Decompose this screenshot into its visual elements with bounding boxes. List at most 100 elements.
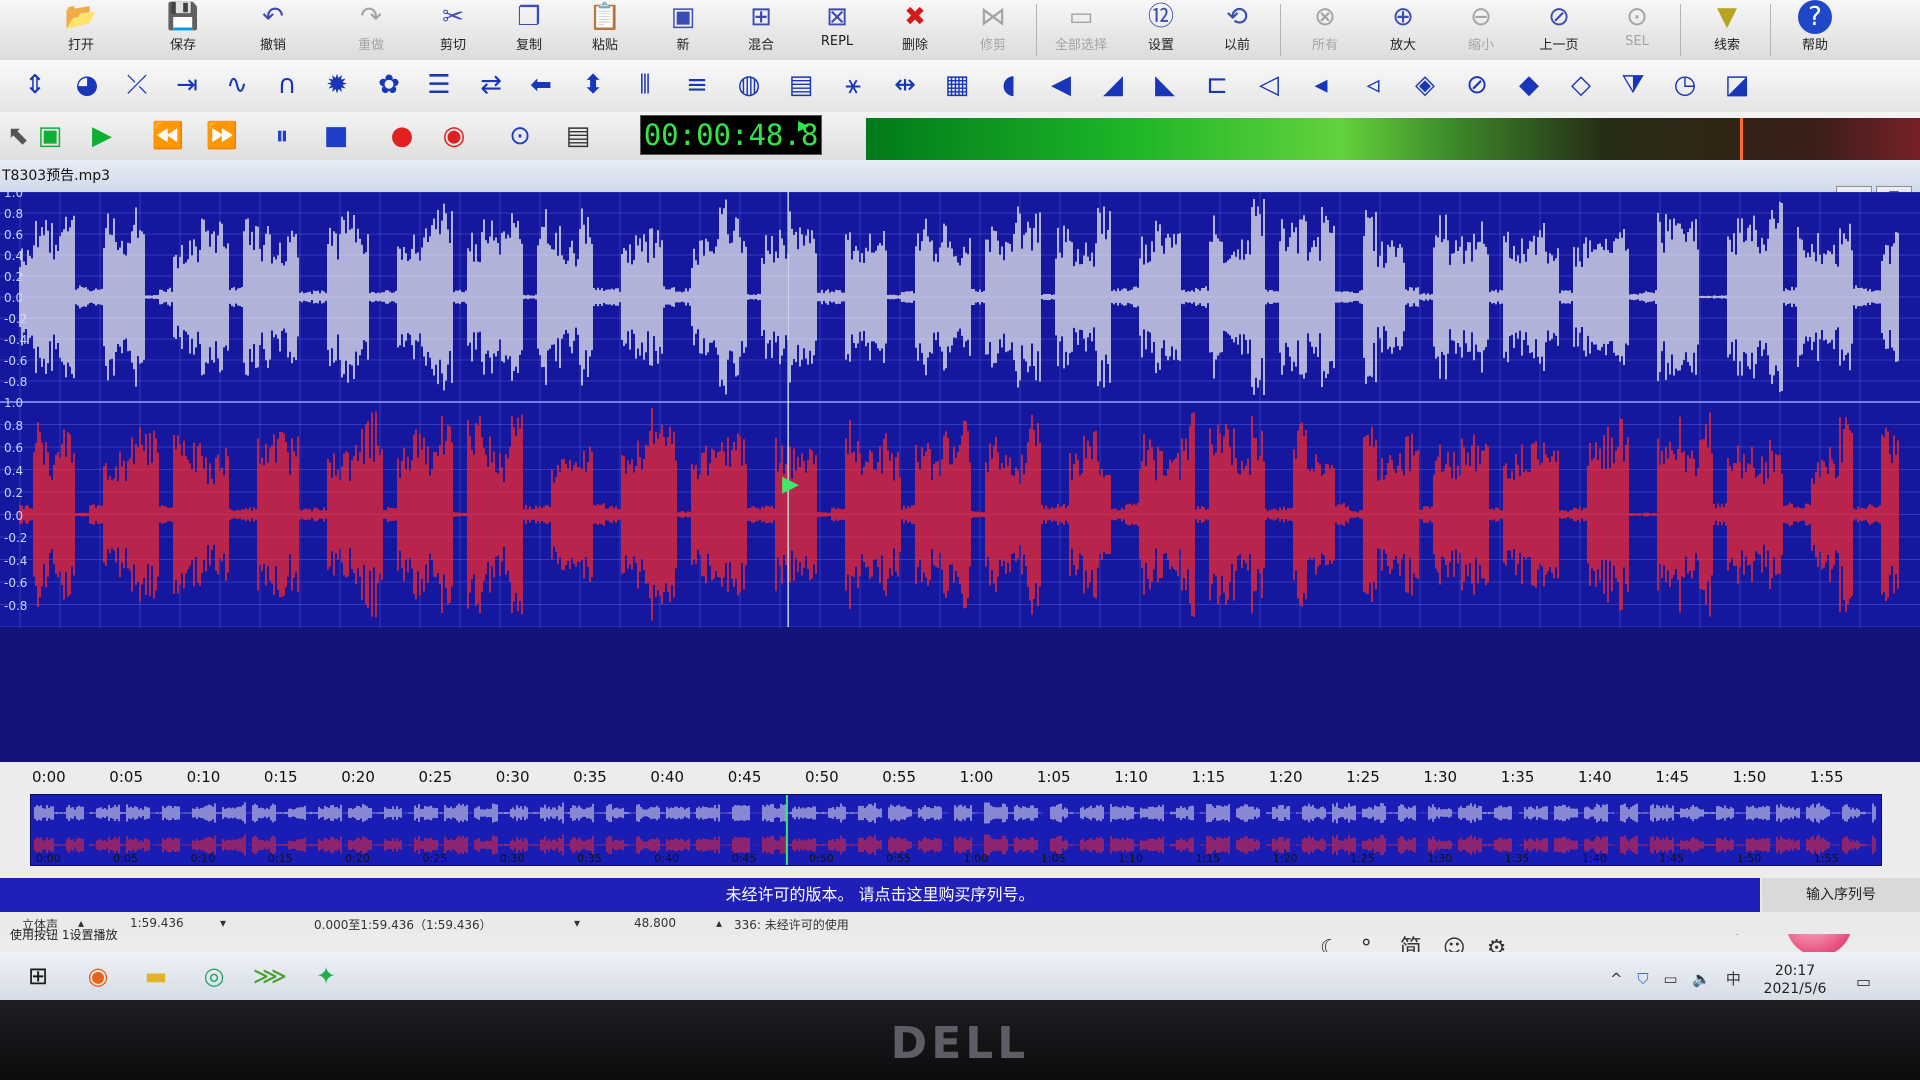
fade-out-icon[interactable]: ◣ bbox=[1148, 68, 1182, 102]
volume-alert-icon[interactable]: ◂ bbox=[1304, 68, 1338, 102]
align-icon[interactable]: ⧩ bbox=[1616, 68, 1650, 102]
folder-open-icon: 📂 bbox=[64, 2, 98, 32]
play-button[interactable]: ▶ bbox=[84, 120, 120, 152]
spectrum-icon[interactable]: ▤ bbox=[784, 68, 818, 102]
channel-swap-icon[interactable]: ⤫ bbox=[120, 68, 154, 102]
select-all-button[interactable]: ▭ 全部选择 bbox=[1046, 0, 1116, 60]
zoom-out-button[interactable]: ⊖ 缩小 bbox=[1448, 0, 1514, 60]
network-icon[interactable]: ▭ bbox=[1663, 970, 1677, 988]
mix-button[interactable]: ⊞ 混合 bbox=[728, 0, 794, 60]
chevron-down-icon[interactable]: ▾ bbox=[220, 916, 226, 930]
reverse-icon[interactable]: ⇄ bbox=[474, 68, 508, 102]
chevron-up-icon[interactable]: ▴ bbox=[716, 916, 722, 930]
previous-button[interactable]: ⟲ 以前 bbox=[1204, 0, 1270, 60]
speaker-icon[interactable]: ◖ bbox=[992, 68, 1026, 102]
replace-icon: ⊠ bbox=[826, 2, 848, 32]
settings-button[interactable]: ⑫ 设置 bbox=[1128, 0, 1194, 60]
arrow-effect-icon[interactable]: ⇥ bbox=[170, 68, 204, 102]
volume-icon[interactable]: 🔈 bbox=[1692, 970, 1711, 988]
y-tick-label: -0.2 bbox=[4, 312, 28, 326]
diamond-icon[interactable]: ◆ bbox=[1512, 68, 1546, 102]
windows-start-icon[interactable]: ⊞ bbox=[20, 958, 56, 994]
clock-icon[interactable]: ◷ bbox=[1668, 68, 1702, 102]
cursor-position: 48.800 bbox=[634, 916, 676, 930]
waveform-canvas[interactable] bbox=[0, 192, 1920, 762]
shield-icon[interactable]: ⛉ bbox=[1637, 970, 1648, 988]
mute-icon[interactable]: ◃ bbox=[1356, 68, 1390, 102]
replace-button[interactable]: ⊠ REPL bbox=[804, 0, 870, 60]
delete-x-icon: ✖ bbox=[904, 2, 926, 32]
fast-forward-button[interactable]: ⏩ bbox=[204, 120, 240, 152]
globe-effect-icon[interactable]: ◕ bbox=[70, 68, 104, 102]
expand-icon[interactable]: ⬍ bbox=[576, 68, 610, 102]
normalize-icon[interactable]: ⇕ bbox=[18, 68, 52, 102]
volume-up-icon[interactable]: ◀ bbox=[1044, 68, 1078, 102]
zoom-selection-button[interactable]: ⊙ SEL bbox=[1604, 0, 1670, 60]
wave-effect-icon[interactable]: ∿ bbox=[220, 68, 254, 102]
volume-eq-icon[interactable]: ◁ bbox=[1252, 68, 1286, 102]
silence-icon[interactable]: ⊏ bbox=[1200, 68, 1234, 102]
notification-icon[interactable]: ▭ bbox=[1856, 972, 1871, 991]
save-button[interactable]: 💾 保存 bbox=[150, 0, 216, 60]
delete-button[interactable]: ✖ 删除 bbox=[882, 0, 948, 60]
chevron-up-icon[interactable]: ^ bbox=[1610, 970, 1623, 988]
comment-icon[interactable]: ◪ bbox=[1720, 68, 1754, 102]
zoom-all-button[interactable]: ⊗ 所有 bbox=[1292, 0, 1358, 60]
taskbar-clock[interactable]: 20:17 2021/5/6 bbox=[1750, 962, 1840, 998]
firefox-icon[interactable]: ◉ bbox=[80, 958, 116, 994]
open-button[interactable]: 📂 打开 bbox=[48, 0, 114, 60]
previous-page-icon: ⊘ bbox=[1548, 2, 1570, 32]
input-language[interactable]: 中 bbox=[1726, 970, 1741, 988]
marker-icon[interactable]: ◈ bbox=[1408, 68, 1442, 102]
timeline-ruler[interactable]: 0:00 0:05 0:10 0:15 0:20 0:25 0:30 0:35 0:40 0:45… bbox=[0, 762, 1920, 796]
y-tick-label: -0.6 bbox=[4, 576, 28, 590]
zoom-in-button[interactable]: ⊕ 放大 bbox=[1370, 0, 1436, 60]
stop-sign-icon[interactable]: ⊘ bbox=[1460, 68, 1494, 102]
gear-effect-icon[interactable]: ✹ bbox=[320, 68, 354, 102]
timeline-label: 1:25 bbox=[1346, 768, 1380, 786]
left-arrow-icon[interactable]: ⬅ bbox=[524, 68, 558, 102]
cue-button[interactable]: ▼ 线索 bbox=[1694, 0, 1760, 60]
cut-button[interactable]: ✂ 剪切 bbox=[420, 0, 486, 60]
stop-button[interactable]: ■ bbox=[318, 120, 354, 152]
stretch-icon[interactable]: ⇹ bbox=[888, 68, 922, 102]
equalizer-icon[interactable]: ⫴ bbox=[628, 68, 662, 102]
rewind-button[interactable]: ⏪ bbox=[150, 120, 186, 152]
record-button[interactable]: ● bbox=[384, 120, 420, 152]
browser-icon[interactable]: ◎ bbox=[196, 958, 232, 994]
timeline-label: 1:30 bbox=[1423, 768, 1458, 786]
new-button[interactable]: ▣ 新 bbox=[650, 0, 716, 60]
color-effect-icon[interactable]: ✿ bbox=[372, 68, 406, 102]
pause-button[interactable]: ⏸ bbox=[264, 120, 300, 152]
split-icon[interactable]: ⚹ bbox=[836, 68, 870, 102]
record-options-button[interactable]: ⊙ bbox=[502, 120, 538, 152]
scissors-icon: ✂ bbox=[442, 2, 464, 32]
cue-icon: ▼ bbox=[1717, 2, 1737, 32]
app-icon[interactable]: ✦ bbox=[308, 958, 344, 994]
audio-editor-icon[interactable]: ⋙ bbox=[252, 958, 288, 994]
filter-icon[interactable]: ◍ bbox=[732, 68, 766, 102]
chevron-down-icon[interactable]: ▾ bbox=[574, 916, 580, 930]
envelope-icon[interactable]: ☰ bbox=[422, 68, 456, 102]
previous-page-button[interactable]: ⊘ 上一页 bbox=[1526, 0, 1592, 60]
file-explorer-icon[interactable]: ▬ bbox=[138, 958, 174, 994]
help-button[interactable]: ? 帮助 bbox=[1782, 0, 1848, 60]
window-button[interactable]: ▤ bbox=[560, 120, 596, 152]
redo-button[interactable]: ↷ 重做 bbox=[338, 0, 404, 60]
cursor-icon[interactable]: ⬉ bbox=[0, 120, 36, 152]
loop-icon[interactable]: ∩ bbox=[270, 68, 304, 102]
fade-in-icon[interactable]: ◢ bbox=[1096, 68, 1130, 102]
bars-effect-icon[interactable]: ≡ bbox=[680, 68, 714, 102]
color-bars-icon[interactable]: ▦ bbox=[940, 68, 974, 102]
paste-button[interactable]: 📋 粘贴 bbox=[572, 0, 638, 60]
waveform-view[interactable]: 1.0 0.8 0.6 0.4 0.2 0.0 -0.2 -0.4 -0.6 -0.8 1.0 0.… bbox=[0, 186, 1920, 956]
undo-button[interactable]: ↶ 撤销 bbox=[240, 0, 306, 60]
diamond-arrows-icon[interactable]: ◇ bbox=[1564, 68, 1598, 102]
play-loop-button[interactable]: ▣ bbox=[32, 120, 68, 152]
trim-button[interactable]: ⋈ 修剪 bbox=[960, 0, 1026, 60]
playhead-marker-icon[interactable]: ▶ bbox=[782, 472, 799, 497]
record-new-button[interactable]: ◉ bbox=[436, 120, 472, 152]
enter-serial-button[interactable]: 输入序列号 bbox=[1762, 878, 1920, 912]
unregistered-banner[interactable]: 未经许可的版本。 请点击这里购买序列号。 bbox=[0, 878, 1760, 912]
copy-button[interactable]: ❐ 复制 bbox=[496, 0, 562, 60]
